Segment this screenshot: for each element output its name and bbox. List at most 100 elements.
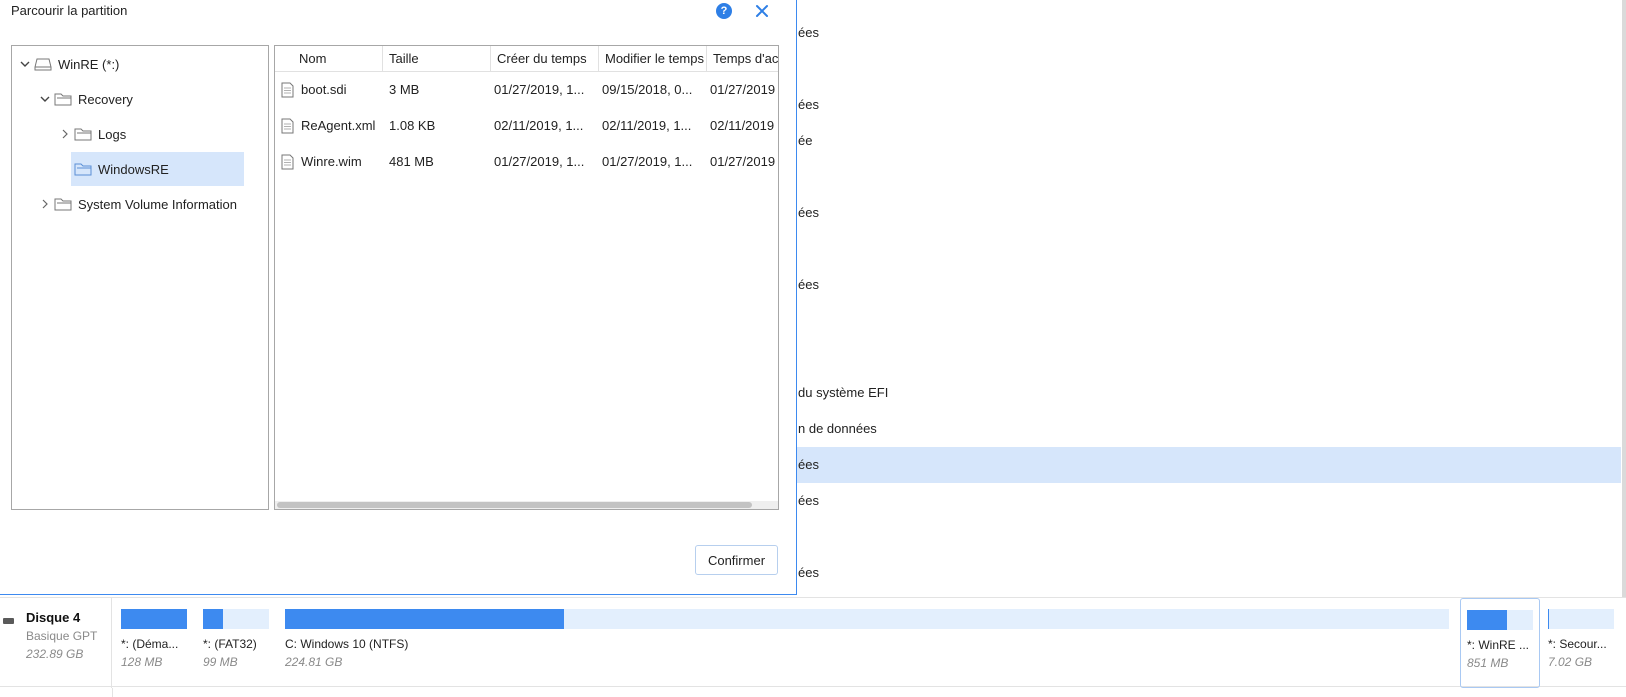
disk-size: 232.89 GB <box>26 647 84 661</box>
tree-item-label: Logs <box>98 126 127 142</box>
file-row[interactable]: boot.sdi 3 MB 01/27/2019, 1... 09/15/201… <box>275 72 778 108</box>
partition-block[interactable]: *: Secour... 7.02 GB <box>1548 598 1614 688</box>
disk-type: Basique GPT <box>26 629 98 643</box>
partition-label: C: Windows 10 (NTFS) <box>285 637 409 651</box>
partition-row[interactable]: ée <box>780 123 1621 159</box>
file-accessed: 01/27/2019 <box>710 154 776 169</box>
folder-tree: WinRE (*:) Recovery Logs WindowsRE Syste… <box>11 45 269 510</box>
file-created: 01/27/2019, 1... <box>494 82 585 97</box>
partition-size: 224.81 GB <box>285 655 343 669</box>
file-modified: 02/11/2019, 1... <box>602 118 692 133</box>
partition-row[interactable]: n de données <box>780 411 1621 447</box>
partition-block[interactable]: *: (FAT32) 99 MB <box>203 598 269 688</box>
partition-row[interactable]: ées <box>780 483 1621 519</box>
partition-size: 7.02 GB <box>1548 655 1593 669</box>
partition-row-label: ées <box>798 97 819 112</box>
partition-usage-bar <box>1548 609 1614 629</box>
partition-label: *: WinRE ... <box>1467 638 1530 652</box>
file-row[interactable]: ReAgent.xml 1.08 KB 02/11/2019, 1... 02/… <box>275 108 778 144</box>
column-header-accessed[interactable]: Temps d'accès <box>707 46 778 72</box>
vertical-scrollbar[interactable] <box>1622 0 1626 597</box>
file-icon <box>281 118 294 134</box>
column-header-created[interactable]: Créer du temps <box>491 46 599 72</box>
partition-row-label: ées <box>798 565 819 580</box>
partition-usage-bar <box>121 609 187 629</box>
next-disk-row <box>0 688 1626 697</box>
file-accessed: 01/27/2019 <box>710 82 776 97</box>
partition-row[interactable]: ées <box>780 195 1621 231</box>
partition-row[interactable]: du système EFI <box>780 375 1621 411</box>
tree-item-logs[interactable]: Logs <box>56 117 256 151</box>
file-size: 1.08 KB <box>389 118 436 133</box>
partition-usage-bar <box>203 609 269 629</box>
partition-usage-fill <box>121 609 187 629</box>
partition-row-selected[interactable]: ées <box>780 447 1621 483</box>
tree-item-recovery[interactable]: Recovery <box>36 82 256 116</box>
column-header-size[interactable]: Taille <box>383 46 491 72</box>
chevron-right-icon[interactable] <box>59 128 71 140</box>
file-list: Nom Taille Créer du temps Modifier le te… <box>274 45 779 510</box>
partition-row-label: ées <box>798 457 819 472</box>
file-name: ReAgent.xml <box>301 118 376 133</box>
partition-block[interactable]: C: Windows 10 (NTFS) 224.81 GB <box>285 598 1449 688</box>
column-header-name[interactable]: Nom <box>275 46 383 72</box>
partition-usage-fill <box>1548 609 1549 629</box>
partition-block[interactable]: *: (Déma... 128 MB <box>121 598 187 688</box>
file-name-cell: ReAgent.xml <box>275 108 383 144</box>
file-list-header: Nom Taille Créer du temps Modifier le te… <box>275 46 778 72</box>
file-name: Winre.wim <box>301 154 362 169</box>
drive-icon <box>34 58 52 71</box>
file-modified: 09/15/2018, 0... <box>602 82 693 97</box>
partition-row[interactable]: ées <box>780 267 1621 303</box>
chevron-down-icon[interactable] <box>39 93 51 105</box>
partition-row-label: du système EFI <box>798 385 889 400</box>
partition-row[interactable]: ées <box>780 15 1621 51</box>
disk-map: Disque 4 Basique GPT 232.89 GB *: (Déma.… <box>0 597 1626 688</box>
file-icon <box>281 154 294 170</box>
confirm-button[interactable]: Confirmer <box>695 545 778 575</box>
file-size: 481 MB <box>389 154 434 169</box>
dialog-title: Parcourir la partition <box>11 3 128 18</box>
partition-usage-bar <box>1467 610 1533 630</box>
partition-row[interactable]: ées <box>780 87 1621 123</box>
folder-icon <box>74 128 92 141</box>
chevron-right-icon[interactable] <box>39 198 51 210</box>
disk-info[interactable]: Disque 4 Basique GPT 232.89 GB <box>0 598 112 688</box>
tree-item-system-volume-information[interactable]: System Volume Information <box>36 187 266 221</box>
scrollbar-thumb[interactable] <box>277 502 752 508</box>
partition-usage-fill <box>1467 610 1507 630</box>
partition-row-label: ées <box>798 277 819 292</box>
partition-row[interactable]: ées <box>780 555 1621 591</box>
partition-label: *: Secour... <box>1548 637 1607 651</box>
partition-label: *: (Déma... <box>121 637 179 651</box>
disk-icon <box>3 618 14 624</box>
close-icon[interactable] <box>751 0 773 22</box>
tree-item-winre[interactable]: WinRE (*:) <box>16 47 256 81</box>
file-accessed: 02/11/2019 <box>710 118 775 133</box>
partition-size: 851 MB <box>1467 656 1509 670</box>
column-header-modified[interactable]: Modifier le temps <box>599 46 707 72</box>
file-created: 02/11/2019, 1... <box>494 118 584 133</box>
file-icon <box>281 82 294 98</box>
partition-row-label: ées <box>798 25 819 40</box>
partition-usage-fill <box>285 609 565 629</box>
folder-icon <box>54 198 72 211</box>
file-name: boot.sdi <box>301 82 347 97</box>
help-icon[interactable]: ? <box>716 3 732 19</box>
partition-size: 128 MB <box>121 655 163 669</box>
file-name-cell: Winre.wim <box>275 144 383 180</box>
partition-label: *: (FAT32) <box>203 637 257 651</box>
file-row[interactable]: Winre.wim 481 MB 01/27/2019, 1... 01/27/… <box>275 144 778 180</box>
horizontal-scrollbar[interactable] <box>275 501 778 509</box>
partition-block-selected[interactable]: *: WinRE ... 851 MB <box>1460 598 1540 688</box>
partition-row-label: n de données <box>798 421 877 436</box>
tree-item-label: WindowsRE <box>98 161 169 177</box>
partition-size: 99 MB <box>203 655 238 669</box>
chevron-down-icon[interactable] <box>19 58 31 70</box>
tree-item-windowsre[interactable]: WindowsRE <box>71 152 244 186</box>
file-size: 3 MB <box>389 82 420 97</box>
folder-icon <box>74 163 92 176</box>
partition-row-label: ée <box>798 133 813 148</box>
tree-item-label: System Volume Information <box>78 196 237 212</box>
tree-item-label: Recovery <box>78 91 133 107</box>
